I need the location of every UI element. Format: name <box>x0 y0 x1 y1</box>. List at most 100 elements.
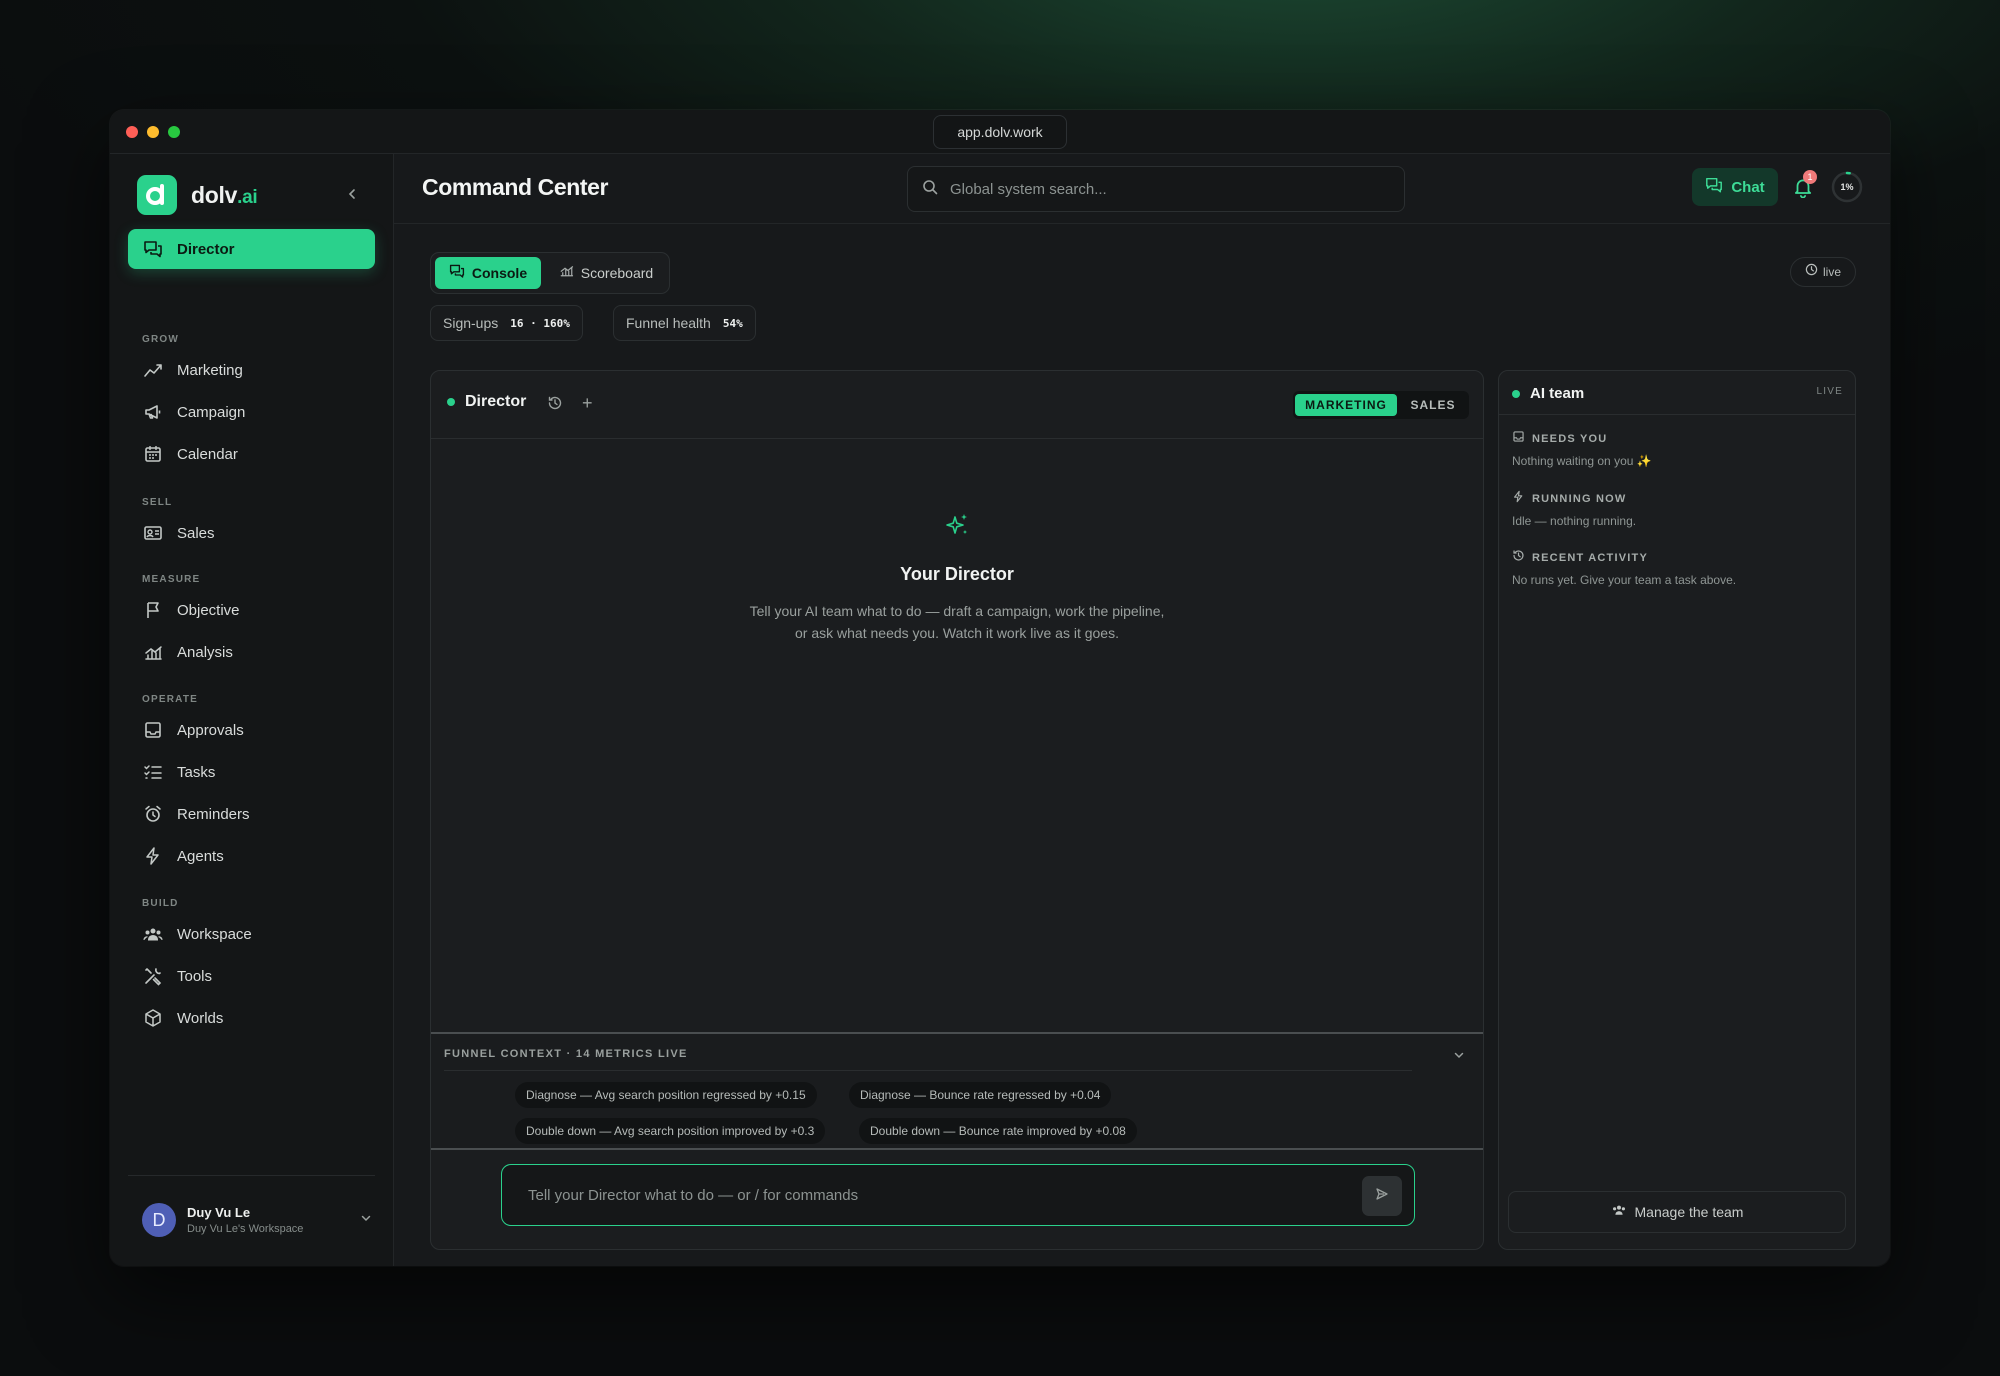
sidebar-item-label: Worlds <box>177 1009 224 1027</box>
maximize-window-button[interactable] <box>168 126 180 138</box>
insight-chip[interactable]: Double down — Avg search position improv… <box>515 1118 826 1144</box>
send-icon <box>1374 1186 1390 1207</box>
empty-state: Your Director Tell your AI team what to … <box>431 511 1483 644</box>
sidebar-item-objective[interactable]: Objective <box>128 591 375 629</box>
lightning-icon <box>1512 490 1525 508</box>
search-input[interactable]: Global system search... <box>907 166 1405 212</box>
needs-you-text: Nothing waiting on you ✨ <box>1512 454 1652 468</box>
sidebar-item-label: Sales <box>177 524 215 542</box>
sidebar-item-sales[interactable]: Sales <box>128 514 375 552</box>
live-label: live <box>1822 265 1841 279</box>
mode-marketing[interactable]: MARKETING <box>1295 394 1397 416</box>
sidebar-item-label: Workspace <box>177 925 252 943</box>
metric-label: Funnel health <box>626 315 711 331</box>
insight-chip[interactable]: Double down — Bounce rate improved by +0… <box>859 1118 1137 1144</box>
funnel-context: FUNNEL CONTEXT · 14 METRICS LIVE Diagnos… <box>431 1032 1483 1150</box>
section-label: RUNNING NOW <box>1532 493 1627 505</box>
sidebar-item-tasks[interactable]: Tasks <box>128 753 375 791</box>
send-button[interactable] <box>1362 1176 1402 1216</box>
live-indicator[interactable]: live <box>1790 257 1856 287</box>
bar-chart-icon <box>142 641 164 663</box>
section-label-grow: GROW <box>142 334 180 345</box>
running-now-text: Idle — nothing running. <box>1512 514 1637 528</box>
user-meta: Duy Vu Le Duy Vu Le's Workspace <box>187 1205 303 1235</box>
empty-state-text: Tell your AI team what to do — draft a c… <box>749 603 1165 641</box>
new-thread-plus-icon[interactable]: + <box>582 393 593 414</box>
chat-bubbles-icon <box>142 238 164 260</box>
title-bar: app.dolv.work <box>110 110 1890 154</box>
close-window-button[interactable] <box>126 126 138 138</box>
app-window: app.dolv.work dolv.ai Director GROW Mark… <box>110 110 1890 1266</box>
sidebar-item-label: Agents <box>177 847 224 865</box>
mode-sales[interactable]: SALES <box>1401 394 1465 416</box>
tab-console[interactable]: Console <box>435 257 541 289</box>
notification-badge: 1 <box>1803 170 1817 184</box>
status-dot <box>447 398 455 406</box>
chat-button[interactable]: Chat <box>1692 168 1778 206</box>
sidebar-item-director[interactable]: Director <box>128 229 375 269</box>
sidebar-item-label: Reminders <box>177 805 250 823</box>
sidebar-item-label: Objective <box>177 601 240 619</box>
brand[interactable]: dolv.ai <box>137 175 258 215</box>
sidebar-item-workspace[interactable]: Workspace <box>128 915 375 953</box>
manage-team-button[interactable]: Manage the team <box>1508 1191 1846 1233</box>
sidebar-item-campaign[interactable]: Campaign <box>128 393 375 431</box>
sidebar-item-marketing[interactable]: Marketing <box>128 351 375 389</box>
progress-ring[interactable]: 1% <box>1830 170 1864 204</box>
minimize-window-button[interactable] <box>147 126 159 138</box>
insight-chip[interactable]: Diagnose — Bounce rate regressed by +0.0… <box>849 1082 1112 1108</box>
chat-button-label: Chat <box>1731 178 1765 196</box>
sidebar-item-tools[interactable]: Tools <box>128 957 375 995</box>
metric-funnel-health[interactable]: Funnel health 54% <box>613 305 756 341</box>
sidebar-item-label: Approvals <box>177 721 244 739</box>
sidebar-item-analysis[interactable]: Analysis <box>128 633 375 671</box>
section-label: RECENT ACTIVITY <box>1532 552 1648 564</box>
user-workspace: Duy Vu Le's Workspace <box>187 1223 304 1235</box>
history-icon[interactable] <box>547 395 563 416</box>
megaphone-icon <box>142 401 164 423</box>
metric-signups[interactable]: Sign-ups 16 · 160% <box>430 305 583 341</box>
director-panel: Director + MARKETING SALES Your Director… <box>430 370 1484 1250</box>
sidebar-item-agents[interactable]: Agents <box>128 837 375 875</box>
section-label-measure: MEASURE <box>142 574 201 585</box>
recent-activity-text: No runs yet. Give your team a task above… <box>1512 573 1737 587</box>
insight-chip[interactable]: Diagnose — Avg search position regressed… <box>515 1082 817 1108</box>
empty-state-title: Your Director <box>900 564 1014 584</box>
divider <box>128 1175 375 1176</box>
ai-team-panel: AI team LIVE NEEDS YOU Nothing waiting o… <box>1498 370 1856 1250</box>
calendar-icon <box>142 443 164 465</box>
sidebar-item-approvals[interactable]: Approvals <box>128 711 375 749</box>
divider <box>444 1070 1412 1071</box>
collapse-sidebar-icon[interactable] <box>342 184 362 204</box>
director-composer-input[interactable]: Tell your Director what to do — or / for… <box>501 1164 1415 1226</box>
sidebar-item-calendar[interactable]: Calendar <box>128 435 375 473</box>
recent-activity-section: RECENT ACTIVITY <box>1512 549 1648 567</box>
team-icon <box>142 923 164 945</box>
chevron-down-icon[interactable] <box>1453 1048 1465 1066</box>
tab-scoreboard[interactable]: Scoreboard <box>547 257 665 289</box>
sparkle-icon <box>943 511 971 539</box>
sidebar-item-worlds[interactable]: Worlds <box>128 999 375 1037</box>
progress-value: 1% <box>1840 182 1854 192</box>
tools-icon <box>142 965 164 987</box>
url-bar[interactable]: app.dolv.work <box>933 115 1067 149</box>
sidebar-item-reminders[interactable]: Reminders <box>128 795 375 833</box>
director-title-label: Director <box>465 393 527 410</box>
clock-icon <box>1805 263 1818 281</box>
sidebar-item-label: Tasks <box>177 763 216 781</box>
history-icon <box>1512 549 1525 567</box>
inbox-icon <box>142 719 164 741</box>
running-now-section: RUNNING NOW <box>1512 490 1626 508</box>
chat-bubbles-icon <box>1705 176 1723 199</box>
top-header: Command Center Global system search... C… <box>394 154 1890 224</box>
sidebar-item-label: Analysis <box>177 643 233 661</box>
alarm-clock-icon <box>142 803 164 825</box>
funnel-context-label: FUNNEL CONTEXT · 14 METRICS LIVE <box>444 1048 688 1060</box>
team-icon <box>1611 1202 1627 1223</box>
sidebar-item-label: Campaign <box>177 403 246 421</box>
lightning-icon <box>142 845 164 867</box>
live-badge: LIVE <box>1816 386 1843 397</box>
sidebar-item-label: Tools <box>177 967 213 985</box>
user-menu[interactable]: D Duy Vu Le Duy Vu Le's Workspace <box>142 1201 374 1239</box>
director-title: Director <box>447 393 526 411</box>
